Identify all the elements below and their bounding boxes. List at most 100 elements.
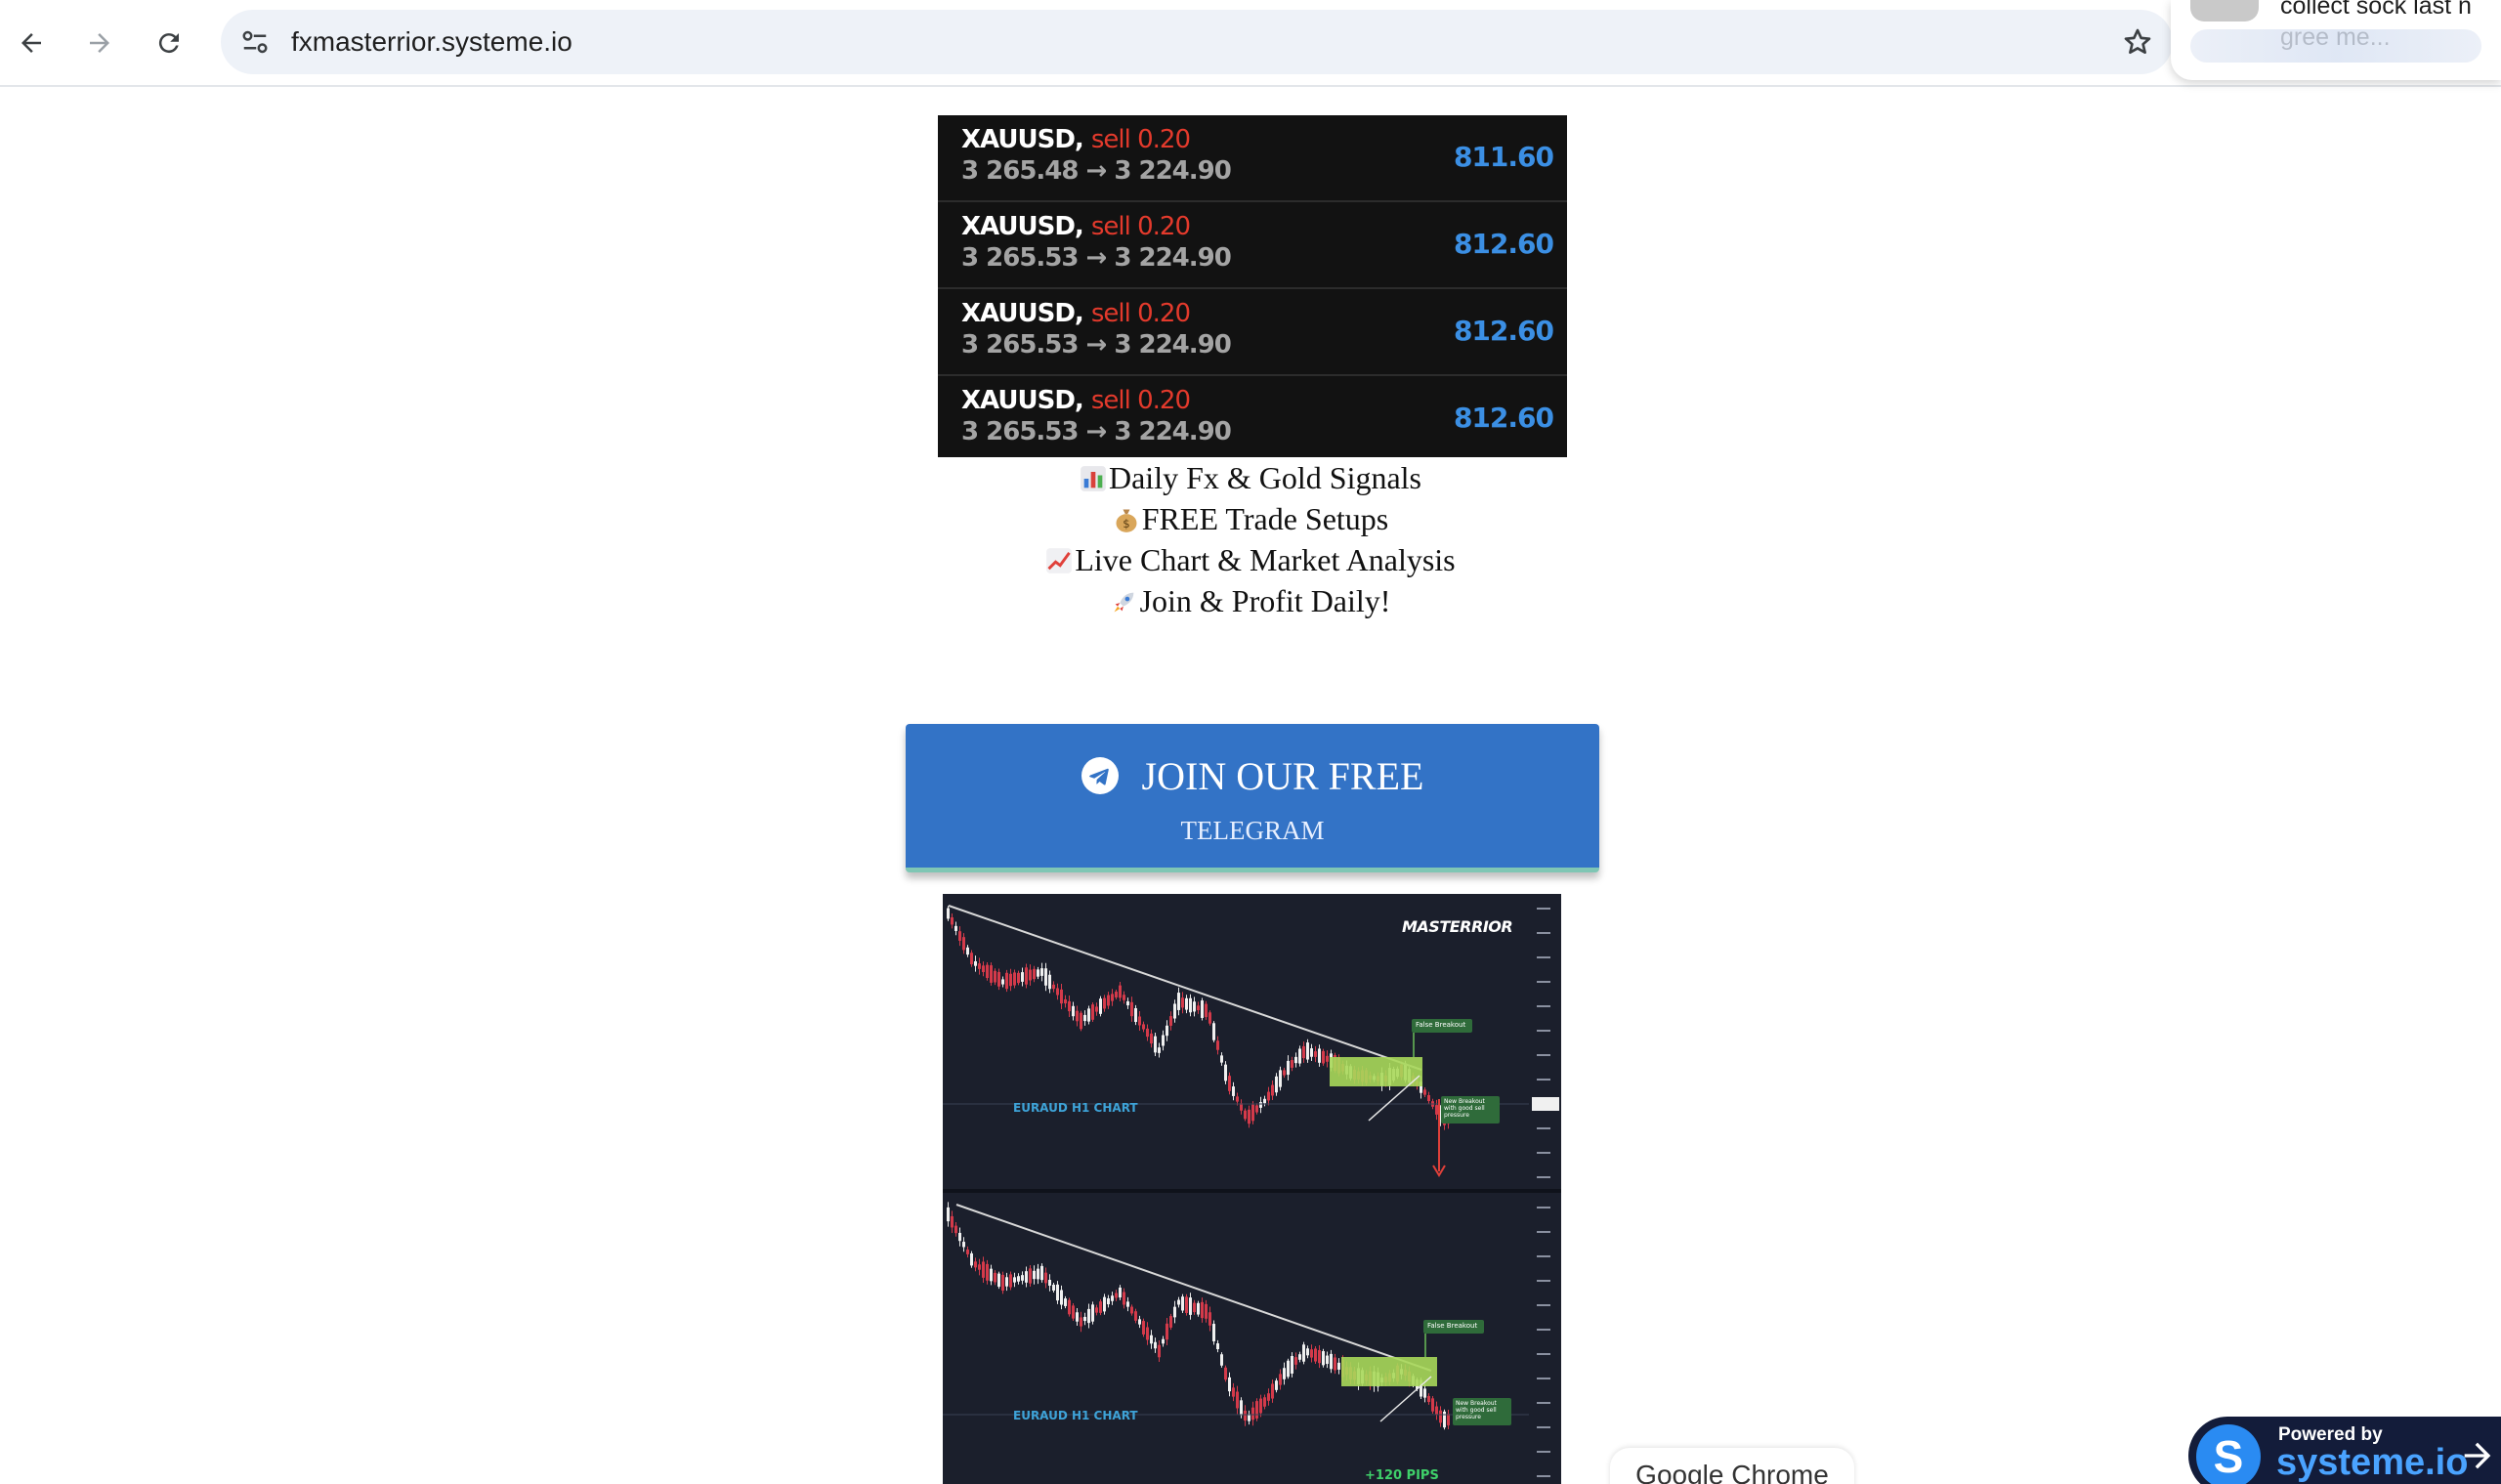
axis-tick <box>1537 1005 1550 1007</box>
candle-body <box>1064 1298 1067 1306</box>
candle-body <box>1146 1028 1149 1038</box>
candle-body <box>1080 1012 1082 1030</box>
google-chrome-bubble[interactable]: Google Chrome <box>1610 1448 1854 1484</box>
false-breakout-text-1: False Breakout <box>1416 1021 1466 1029</box>
feature-line: Live Chart & Market Analysis <box>879 539 1622 580</box>
candle-body <box>1232 1387 1235 1397</box>
axis-tick <box>1537 981 1550 983</box>
candle-body <box>951 1215 954 1228</box>
candle-body <box>1134 1007 1137 1023</box>
candle-body <box>1314 1051 1317 1057</box>
axis-tick <box>1537 1231 1550 1233</box>
candle-body <box>1021 972 1024 982</box>
candle-body <box>1423 1089 1426 1095</box>
false-breakout-text-2: False Breakout <box>1427 1322 1478 1330</box>
candle-body <box>1232 1086 1235 1096</box>
candle-body <box>970 1252 973 1266</box>
chart-increasing-emoji-icon <box>1046 548 1073 573</box>
axis-tick <box>1537 1152 1550 1154</box>
candle-body <box>1197 1005 1200 1011</box>
notification-line-1: collect sock last n <box>2280 0 2472 20</box>
candle-body <box>1060 1290 1063 1305</box>
candle-body <box>1322 1351 1325 1366</box>
candle-body <box>1212 1324 1215 1341</box>
axis-tick <box>1537 1207 1550 1208</box>
candle-body <box>1044 1272 1047 1284</box>
candle-body <box>1181 997 1184 1008</box>
candle-body <box>1146 1327 1149 1340</box>
reload-button[interactable] <box>148 21 191 64</box>
candle-body <box>1185 1296 1188 1313</box>
candle-body <box>1306 1042 1309 1060</box>
candle-body <box>1107 995 1110 1006</box>
candle-body <box>1330 1353 1333 1370</box>
candle-body <box>1427 1094 1430 1102</box>
axis-tick <box>1537 1402 1550 1404</box>
trade-symbol: XAUUSD, <box>961 299 1084 328</box>
candle-body <box>1173 1306 1176 1318</box>
candle-body <box>1111 1295 1114 1301</box>
axis-tick <box>1537 1378 1550 1379</box>
candle-body <box>1302 1045 1305 1059</box>
candle-body <box>947 908 950 919</box>
chart-label-1: EURAUD H1 CHART <box>1013 1101 1138 1115</box>
candle-body <box>1267 1091 1270 1101</box>
candle-body <box>958 1232 961 1242</box>
candle-body <box>1298 1354 1301 1360</box>
powered-by-badge[interactable]: S Powered by systeme.io <box>2188 1417 2501 1484</box>
candle-body <box>1138 1016 1141 1026</box>
candle-body <box>1013 1277 1016 1283</box>
back-button[interactable] <box>10 21 53 64</box>
notification-popup[interactable]: collect sock last n gree me... <box>2171 0 2501 80</box>
candle-body <box>951 916 954 925</box>
candle-body <box>1154 1341 1157 1349</box>
trade-symbol: XAUUSD, <box>961 125 1084 154</box>
candle-body <box>1447 1414 1450 1425</box>
candle-body <box>1275 1076 1278 1093</box>
notification-reply-bar <box>2190 29 2481 63</box>
candle-body <box>1103 997 1106 1009</box>
candle-body <box>1173 1003 1176 1019</box>
trade-side: sell 0.20 <box>1090 299 1191 328</box>
money-bag-emoji-icon: $ <box>1116 509 1137 532</box>
candle-body <box>1005 972 1008 990</box>
candle-body <box>1189 997 1192 1013</box>
candle-body <box>1259 1398 1262 1414</box>
pips-label: +120 PIPS <box>1365 1468 1439 1483</box>
candle-body <box>1138 1319 1141 1325</box>
forward-button[interactable] <box>78 21 121 64</box>
trade-profit: 812.60 <box>1453 228 1554 260</box>
candle-body <box>978 1264 981 1270</box>
trade-profit: 812.60 <box>1453 402 1554 434</box>
cta-subtitle: TELEGRAM <box>1180 816 1325 845</box>
candle-body <box>1263 1397 1266 1407</box>
candle-body <box>1251 1407 1254 1420</box>
candle-body <box>1103 1296 1106 1312</box>
candle-body <box>1322 1050 1325 1064</box>
candle-body <box>1435 1406 1438 1416</box>
axis-tick <box>1537 908 1550 910</box>
feature-text: Daily Fx & Gold Signals <box>1108 460 1421 495</box>
candle-body <box>1017 1276 1020 1282</box>
candle-body <box>994 970 996 983</box>
candle-body <box>986 964 989 979</box>
candle-body <box>970 953 973 965</box>
candle-body <box>1048 1279 1051 1287</box>
candle-body <box>1201 1000 1204 1018</box>
candle-body <box>954 925 957 931</box>
trade-symbol: XAUUSD, <box>961 212 1084 241</box>
site-settings-icon[interactable] <box>240 27 270 57</box>
address-bar[interactable]: fxmasterrior.systeme.io <box>221 10 2173 74</box>
join-telegram-button[interactable]: JOIN OUR FREE TELEGRAM <box>906 724 1599 872</box>
masterrior-logo: MASTERRIOR <box>1402 917 1513 936</box>
candle-body <box>1205 1303 1208 1319</box>
candle-body <box>1025 1271 1028 1283</box>
bookmark-star-icon[interactable] <box>2122 26 2153 58</box>
candle-body <box>1142 1321 1145 1335</box>
candle-body <box>1119 1287 1122 1298</box>
trade-side: sell 0.20 <box>1090 212 1191 241</box>
candle-body <box>982 965 985 972</box>
candle-body <box>1216 1343 1219 1349</box>
candle-body <box>1068 1299 1071 1315</box>
candle-body <box>1228 1377 1231 1392</box>
